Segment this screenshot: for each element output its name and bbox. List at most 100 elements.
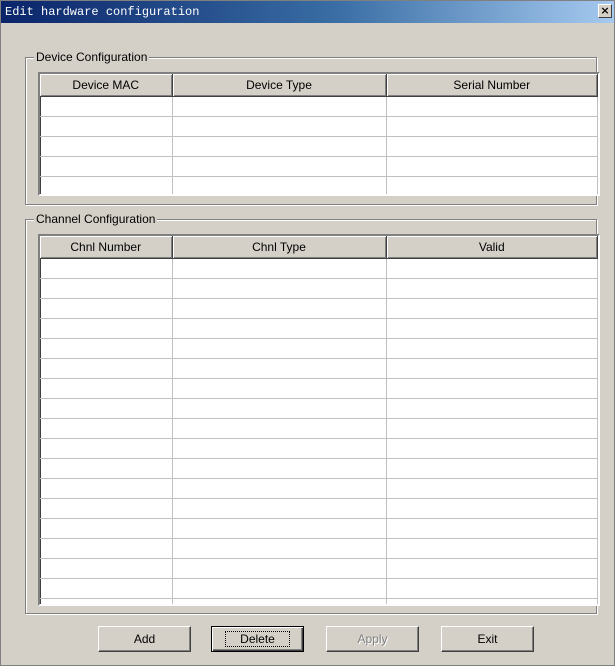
table-cell[interactable]	[172, 398, 387, 419]
table-cell[interactable]	[386, 498, 598, 519]
table-cell[interactable]	[172, 518, 387, 539]
table-cell[interactable]	[386, 378, 598, 399]
table-cell[interactable]	[386, 258, 598, 279]
table-row[interactable]	[40, 278, 598, 299]
table-cell[interactable]	[172, 418, 387, 439]
table-cell[interactable]	[40, 318, 173, 339]
table-cell[interactable]	[172, 378, 387, 399]
table-cell[interactable]	[386, 558, 598, 579]
table-cell[interactable]	[40, 398, 173, 419]
table-row[interactable]	[40, 338, 598, 359]
table-row[interactable]	[40, 318, 598, 339]
table-cell[interactable]	[40, 278, 173, 299]
table-row[interactable]	[40, 598, 598, 604]
table-cell[interactable]	[172, 318, 387, 339]
table-row[interactable]	[40, 458, 598, 479]
table-row[interactable]	[40, 418, 598, 439]
table-cell[interactable]	[172, 478, 387, 499]
table-cell[interactable]	[172, 258, 387, 279]
table-cell[interactable]	[386, 136, 598, 157]
column-header[interactable]: Device Type	[172, 74, 387, 97]
table-cell[interactable]	[40, 578, 173, 599]
table-cell[interactable]	[172, 438, 387, 459]
table-cell[interactable]	[40, 558, 173, 579]
table-cell[interactable]	[172, 338, 387, 359]
channel-configuration-table[interactable]: Chnl Number Chnl Type Valid	[38, 234, 600, 606]
table-row[interactable]	[40, 478, 598, 499]
table-cell[interactable]	[386, 358, 598, 379]
table-cell[interactable]	[172, 96, 387, 117]
column-header[interactable]: Valid	[386, 236, 598, 259]
table-cell[interactable]	[386, 278, 598, 299]
add-button[interactable]: Add	[98, 626, 191, 652]
table-row[interactable]	[40, 578, 598, 599]
table-cell[interactable]	[386, 598, 598, 604]
table-row[interactable]	[40, 136, 598, 157]
table-row[interactable]	[40, 156, 598, 177]
table-cell[interactable]	[40, 418, 173, 439]
table-cell[interactable]	[386, 338, 598, 359]
table-cell[interactable]	[40, 96, 173, 117]
table-cell[interactable]	[386, 438, 598, 459]
table-cell[interactable]	[172, 458, 387, 479]
table-row[interactable]	[40, 358, 598, 379]
table-cell[interactable]	[172, 498, 387, 519]
table-row[interactable]	[40, 438, 598, 459]
table-cell[interactable]	[40, 358, 173, 379]
column-header[interactable]: Serial Number	[386, 74, 598, 97]
table-cell[interactable]	[40, 116, 173, 137]
column-header[interactable]: Chnl Number	[40, 236, 173, 259]
table-cell[interactable]	[40, 176, 173, 194]
table-cell[interactable]	[172, 598, 387, 604]
table-cell[interactable]	[40, 438, 173, 459]
table-cell[interactable]	[172, 298, 387, 319]
table-cell[interactable]	[172, 176, 387, 194]
table-cell[interactable]	[386, 538, 598, 559]
table-cell[interactable]	[172, 278, 387, 299]
exit-button[interactable]: Exit	[441, 626, 534, 652]
table-cell[interactable]	[386, 478, 598, 499]
table-cell[interactable]	[40, 378, 173, 399]
table-cell[interactable]	[386, 578, 598, 599]
table-cell[interactable]	[386, 318, 598, 339]
table-cell[interactable]	[386, 176, 598, 194]
table-cell[interactable]	[386, 458, 598, 479]
table-row[interactable]	[40, 258, 598, 279]
table-cell[interactable]	[172, 578, 387, 599]
delete-button[interactable]: Delete	[211, 626, 304, 652]
table-row[interactable]	[40, 398, 598, 419]
table-cell[interactable]	[40, 338, 173, 359]
table-cell[interactable]	[40, 156, 173, 177]
table-cell[interactable]	[172, 116, 387, 137]
table-cell[interactable]	[40, 458, 173, 479]
table-row[interactable]	[40, 558, 598, 579]
table-cell[interactable]	[386, 156, 598, 177]
table-row[interactable]	[40, 538, 598, 559]
table-cell[interactable]	[386, 116, 598, 137]
table-cell[interactable]	[172, 558, 387, 579]
table-cell[interactable]	[40, 258, 173, 279]
table-cell[interactable]	[386, 298, 598, 319]
table-row[interactable]	[40, 498, 598, 519]
device-configuration-table[interactable]: Device MAC Device Type Serial Number	[38, 72, 600, 196]
column-header[interactable]: Device MAC	[40, 74, 173, 97]
table-row[interactable]	[40, 378, 598, 399]
table-cell[interactable]	[40, 298, 173, 319]
table-cell[interactable]	[40, 538, 173, 559]
table-cell[interactable]	[40, 598, 173, 604]
table-cell[interactable]	[386, 398, 598, 419]
table-cell[interactable]	[40, 478, 173, 499]
table-cell[interactable]	[40, 518, 173, 539]
table-cell[interactable]	[386, 96, 598, 117]
table-cell[interactable]	[386, 518, 598, 539]
table-cell[interactable]	[40, 498, 173, 519]
table-cell[interactable]	[172, 136, 387, 157]
table-cell[interactable]	[172, 538, 387, 559]
column-header[interactable]: Chnl Type	[172, 236, 387, 259]
close-button[interactable]: ×	[598, 4, 612, 18]
table-row[interactable]	[40, 96, 598, 117]
table-cell[interactable]	[40, 136, 173, 157]
table-row[interactable]	[40, 518, 598, 539]
table-cell[interactable]	[172, 156, 387, 177]
table-cell[interactable]	[172, 358, 387, 379]
